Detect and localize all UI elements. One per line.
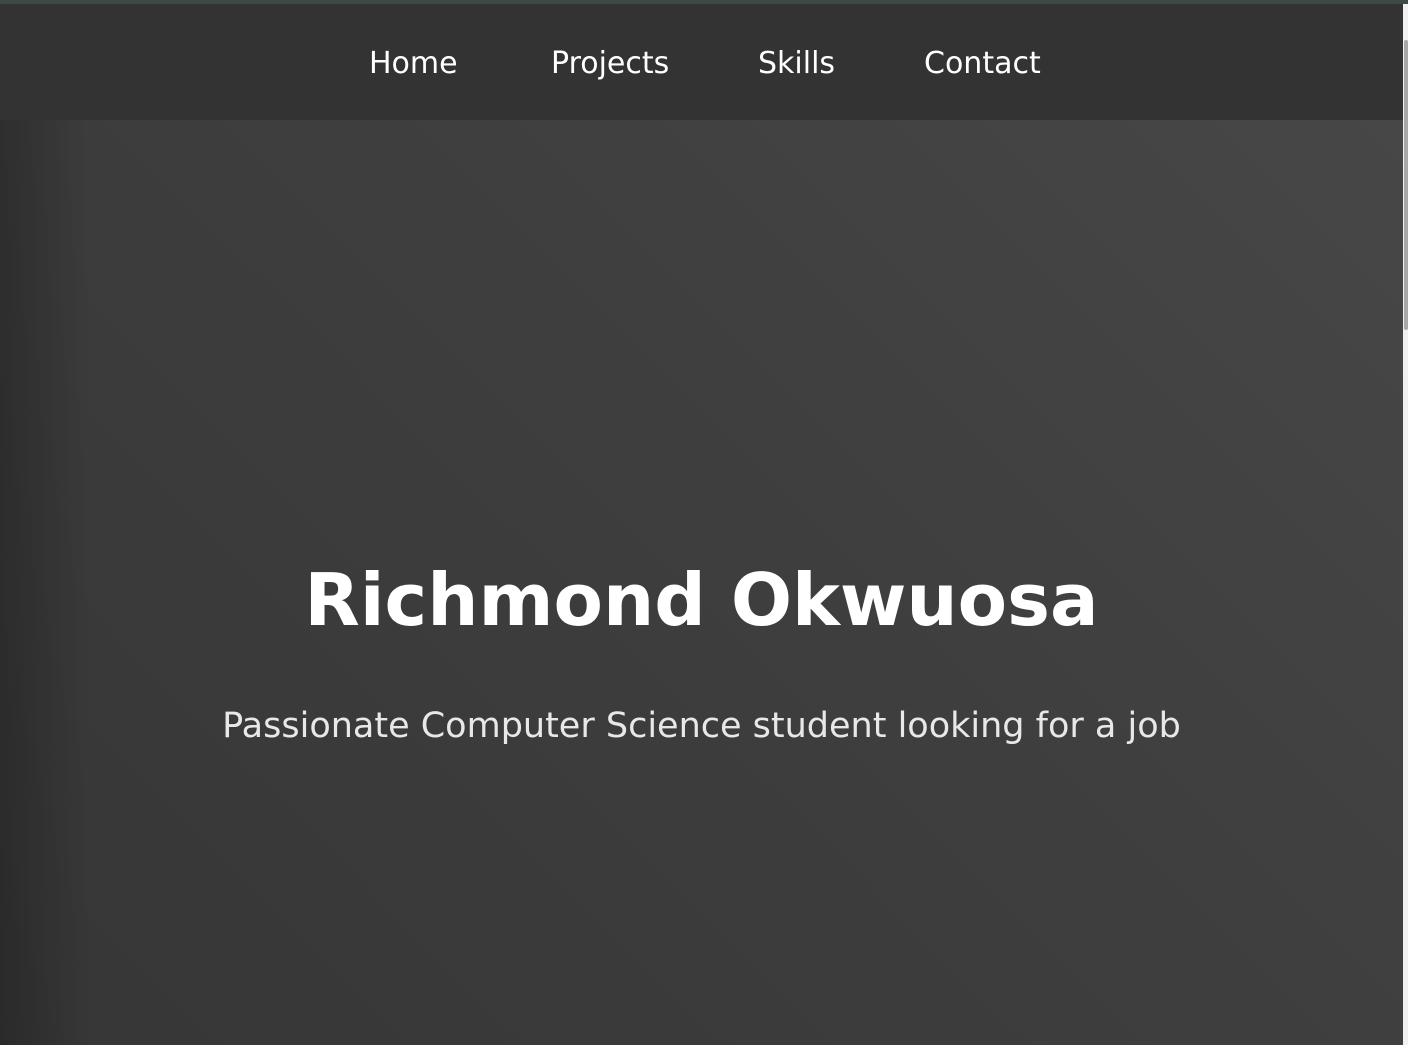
hero-title: Richmond Okwuosa <box>304 558 1099 642</box>
hero-section: Richmond Okwuosa Passionate Computer Sci… <box>0 120 1403 1045</box>
top-navigation-bar: Home Projects Skills Contact <box>0 4 1403 120</box>
nav-link-home[interactable]: Home <box>369 44 458 84</box>
vertical-scrollbar-thumb[interactable] <box>1404 40 1408 330</box>
nav-link-skills[interactable]: Skills <box>758 44 835 84</box>
nav-link-projects[interactable]: Projects <box>551 44 669 84</box>
hero-subtitle: Passionate Computer Science student look… <box>222 706 1181 746</box>
nav-link-contact[interactable]: Contact <box>924 44 1041 84</box>
